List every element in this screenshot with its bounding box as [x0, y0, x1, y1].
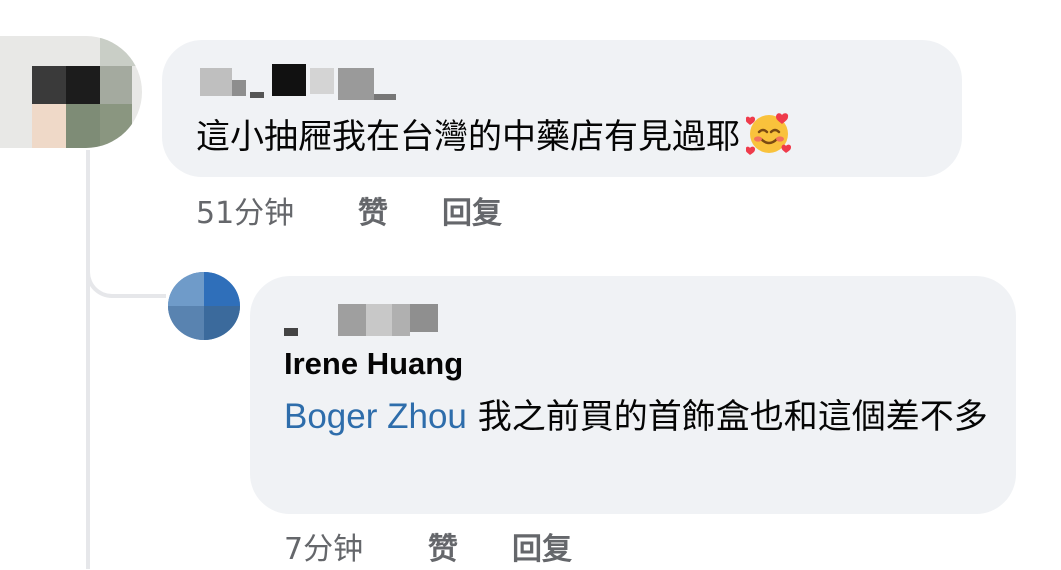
smiling-face-with-hearts-icon [745, 110, 792, 156]
thread-connector-line [86, 150, 90, 569]
censored-author-name[interactable] [200, 64, 400, 104]
reply-button[interactable]: 回复 [442, 194, 502, 234]
censored-replier-name[interactable] [284, 302, 444, 342]
reply-like-button[interactable]: 赞 [428, 530, 458, 570]
mention-link[interactable]: Boger Zhou [284, 397, 467, 436]
comment-timestamp[interactable]: 51分钟 [196, 194, 294, 234]
reply-timestamp[interactable]: 7分钟 [284, 530, 363, 570]
reply-message: 我之前買的首飾盒也和這個差不多 [477, 397, 988, 437]
reply-connector-curve [86, 240, 166, 298]
reply-reply-button[interactable]: 回复 [512, 530, 572, 570]
like-button[interactable]: 赞 [358, 194, 388, 234]
comment-actions: 51分钟 赞 回复 [196, 194, 596, 234]
reply-text: Boger Zhou 我之前買的首飾盒也和這個差不多 [284, 388, 996, 446]
replier-avatar[interactable] [168, 272, 240, 340]
comment-text: 這小抽屜我在台灣的中藥店有見過耶 [196, 106, 792, 168]
reply-actions: 7分钟 赞 回复 [284, 530, 684, 570]
commenter-avatar[interactable] [0, 36, 142, 148]
reply-author-name[interactable]: Irene Huang [284, 344, 463, 384]
